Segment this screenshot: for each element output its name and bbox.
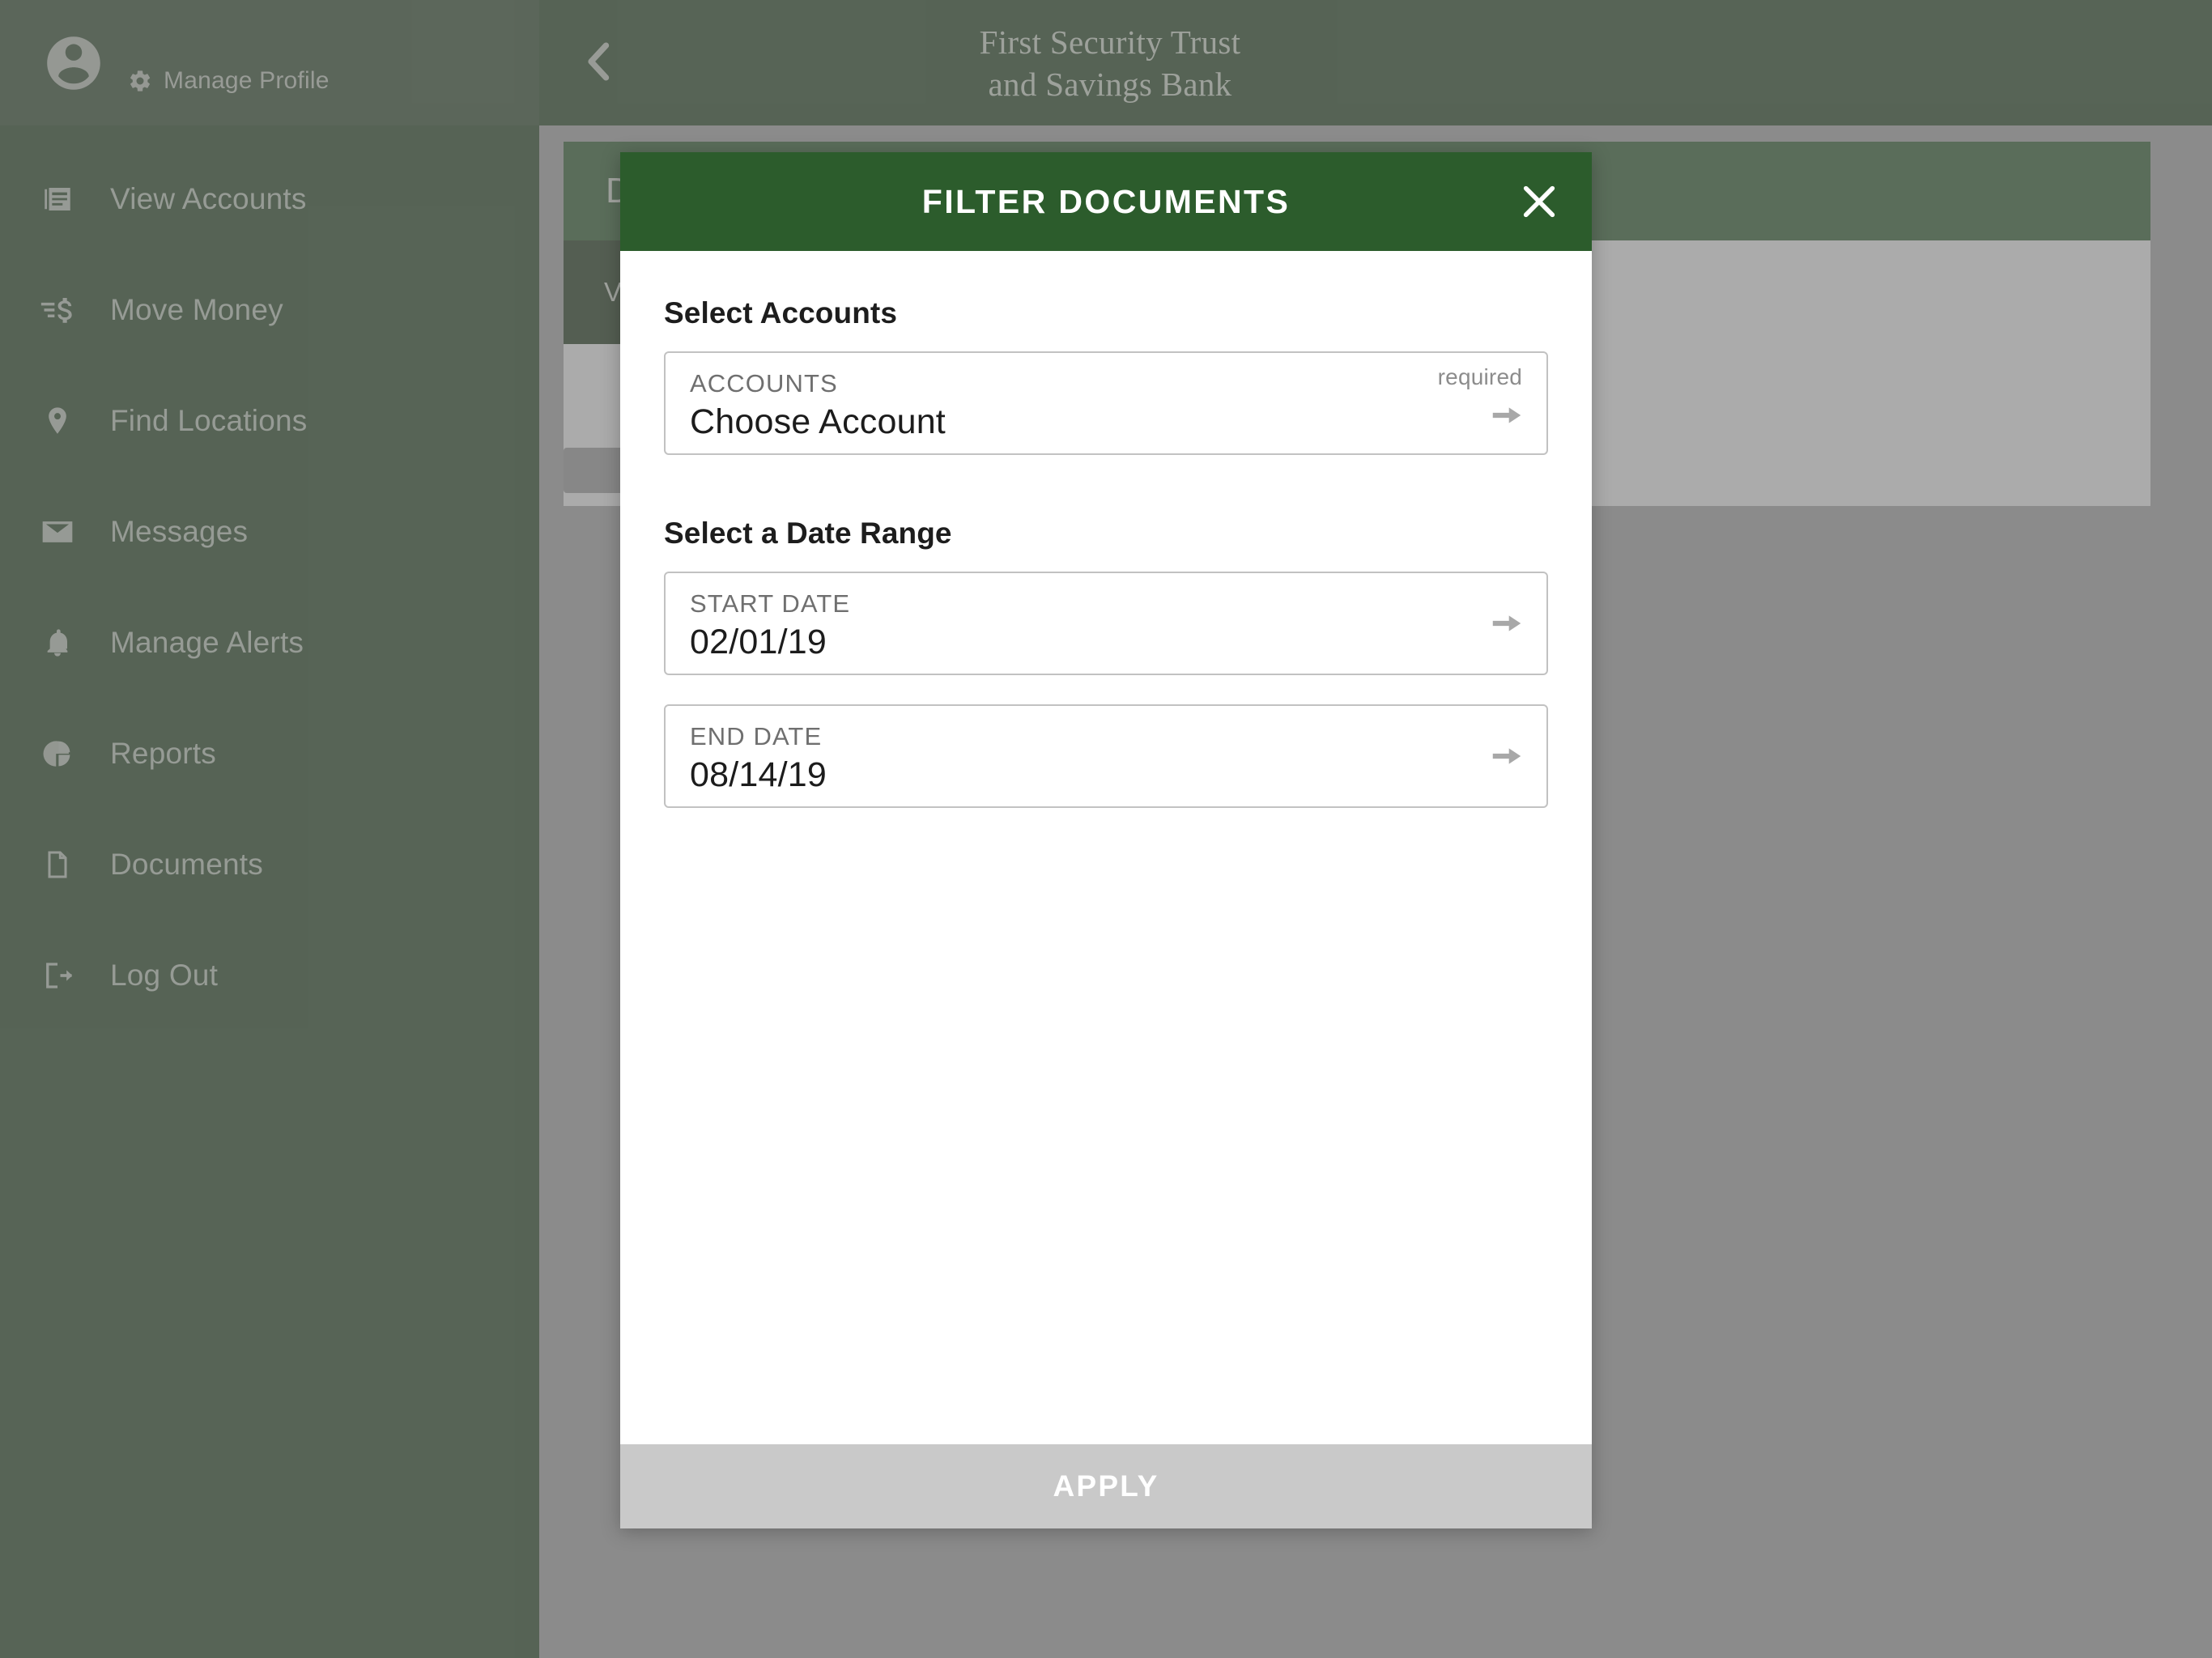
accounts-field[interactable]: ACCOUNTS Choose Account required (664, 351, 1548, 455)
start-date-value: 02/01/19 (690, 623, 827, 661)
start-date-field[interactable]: START DATE 02/01/19 (664, 572, 1548, 675)
accounts-field-value: Choose Account (690, 402, 946, 441)
apply-button-label: APPLY (1053, 1469, 1159, 1503)
app-root: Manage Profile View Accounts (0, 0, 2212, 1658)
modal-title: FILTER DOCUMENTS (921, 182, 1291, 220)
end-date-caption: END DATE (690, 722, 823, 750)
arrow-right-icon (1488, 397, 1525, 434)
apply-button[interactable]: APPLY (620, 1444, 1592, 1528)
end-date-value: 08/14/19 (690, 755, 827, 794)
select-date-range-label: Select a Date Range (664, 517, 952, 550)
end-date-field[interactable]: END DATE 08/14/19 (664, 704, 1548, 808)
accounts-field-caption: ACCOUNTS (690, 369, 838, 397)
modal-body: Select Accounts ACCOUNTS Choose Account … (620, 251, 1592, 1444)
modal-header: FILTER DOCUMENTS (620, 152, 1592, 251)
arrow-right-icon (1488, 738, 1525, 775)
select-accounts-label: Select Accounts (664, 296, 897, 329)
start-date-caption: START DATE (690, 589, 851, 618)
close-icon[interactable] (1508, 170, 1571, 233)
arrow-right-icon (1488, 605, 1525, 642)
accounts-required-label: required (1437, 364, 1522, 389)
filter-documents-modal: FILTER DOCUMENTS Select Accounts ACCOUNT… (620, 152, 1592, 1528)
